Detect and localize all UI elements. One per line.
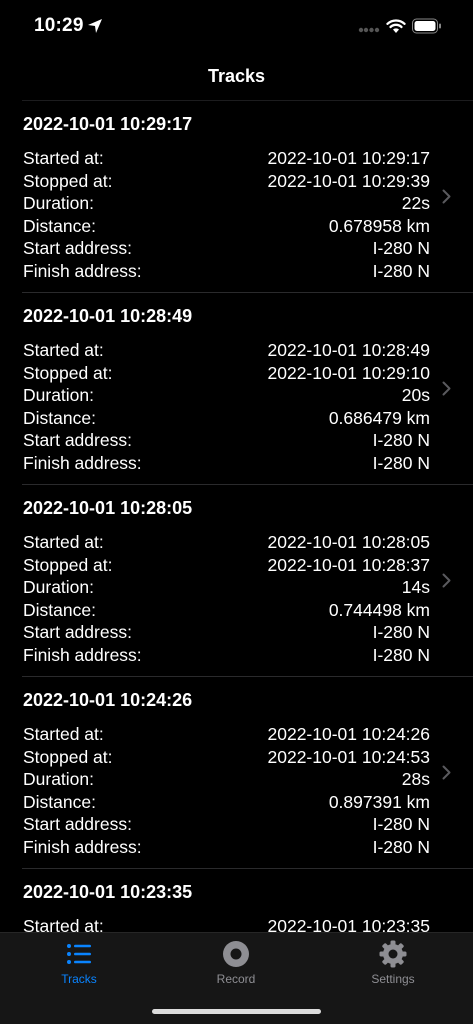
start-address-value: I-280 N [372, 814, 430, 834]
status-bar: 10:29 [0, 0, 473, 54]
stopped-label: Stopped at: [23, 554, 113, 575]
started-value: 2022-10-01 10:24:26 [267, 724, 431, 744]
start-address-label: Start address: [23, 430, 132, 450]
finish-address-label: Finish address: [23, 836, 142, 857]
chevron-right-icon [442, 765, 451, 780]
signal-dots-icon [358, 27, 380, 33]
started-label: Started at: [23, 340, 104, 360]
finish-address-value: I-280 N [372, 836, 430, 857]
location-arrow-icon [88, 19, 102, 33]
duration-value: 14s [401, 577, 430, 597]
duration-value: 20s [401, 385, 430, 405]
stopped-value: 2022-10-01 10:29:10 [267, 362, 431, 383]
list-icon [67, 944, 91, 964]
track-title: 2022-10-01 10:29:17 [23, 114, 193, 134]
track-title: 2022-10-01 10:28:49 [23, 306, 193, 326]
finish-address-value: I-280 N [372, 260, 430, 281]
tab-tracks[interactable]: Tracks [19, 939, 139, 986]
started-value: 2022-10-01 10:28:05 [267, 532, 431, 552]
stopped-label: Stopped at: [23, 170, 113, 191]
stopped-value: 2022-10-01 10:29:39 [267, 170, 431, 191]
start-address-value: I-280 N [372, 622, 430, 642]
start-address-value: I-280 N [372, 238, 430, 258]
distance-value: 0.897391 km [328, 791, 430, 812]
wifi-icon [386, 19, 406, 33]
track-row[interactable]: 2022-10-01 10:24:26 Started at: 2022-10-0… [0, 677, 473, 869]
distance-label: Distance: [23, 407, 96, 428]
finish-address-value: I-280 N [372, 452, 430, 473]
distance-label: Distance: [23, 791, 96, 812]
finish-address-label: Finish address: [23, 260, 142, 281]
status-time: 10:29 [34, 15, 84, 36]
distance-label: Distance: [23, 599, 96, 620]
finish-address-value: I-280 N [372, 644, 430, 665]
track-row[interactable]: 2022-10-01 10:29:17 Started at: 2022-10-0… [0, 101, 473, 293]
started-value: 2022-10-01 10:29:17 [267, 148, 431, 168]
duration-value: 28s [401, 769, 430, 789]
tab-tracks-label: Tracks [61, 972, 97, 986]
tab-record-label: Record [216, 972, 256, 986]
stopped-label: Stopped at: [23, 746, 113, 767]
track-row[interactable]: 2022-10-01 10:28:05 Started at: 2022-10-0… [0, 485, 473, 677]
finish-address-label: Finish address: [23, 644, 142, 665]
track-title: 2022-10-01 10:23:35 [23, 882, 193, 902]
tab-settings[interactable]: Settings [333, 939, 453, 986]
tab-record[interactable]: Record [176, 939, 296, 986]
started-label: Started at: [23, 148, 104, 168]
tab-settings-label: Settings [371, 972, 415, 986]
home-indicator[interactable] [152, 1009, 321, 1014]
track-title: 2022-10-01 10:28:05 [23, 498, 193, 518]
distance-value: 0.678958 km [328, 215, 430, 236]
started-label: Started at: [23, 916, 104, 932]
start-address-label: Start address: [23, 622, 132, 642]
duration-label: Duration: [23, 385, 95, 405]
tracks-list[interactable]: 2022-10-01 10:29:17 Started at: 2022-10-0… [0, 101, 473, 932]
start-address-value: I-280 N [372, 430, 430, 450]
stopped-value: 2022-10-01 10:24:53 [267, 746, 431, 767]
started-value: 2022-10-01 10:28:49 [267, 340, 431, 360]
stopped-label: Stopped at: [23, 362, 113, 383]
gear-icon [379, 940, 407, 968]
record-icon [223, 941, 249, 967]
track-row[interactable]: 2022-10-01 10:28:49 Started at: 2022-10-0… [0, 293, 473, 485]
started-label: Started at: [23, 724, 104, 744]
chevron-right-icon [442, 573, 451, 588]
distance-label: Distance: [23, 215, 96, 236]
chevron-right-icon [442, 381, 451, 396]
finish-address-label: Finish address: [23, 452, 142, 473]
start-address-label: Start address: [23, 814, 132, 834]
duration-label: Duration: [23, 769, 95, 789]
started-value: 2022-10-01 10:23:35 [267, 916, 431, 932]
start-address-label: Start address: [23, 238, 132, 258]
stopped-value: 2022-10-01 10:28:37 [267, 554, 431, 575]
duration-label: Duration: [23, 193, 95, 213]
distance-value: 0.686479 km [328, 407, 430, 428]
chevron-right-icon [442, 189, 451, 204]
battery-icon [412, 18, 441, 34]
track-title: 2022-10-01 10:24:26 [23, 690, 193, 710]
distance-value: 0.744498 km [328, 599, 430, 620]
duration-value: 22s [401, 193, 430, 213]
track-row[interactable]: 2022-10-01 10:23:35 Started at: 2022-10-0… [0, 869, 473, 932]
started-label: Started at: [23, 532, 104, 552]
duration-label: Duration: [23, 577, 95, 597]
page-title: Tracks [207, 66, 266, 86]
